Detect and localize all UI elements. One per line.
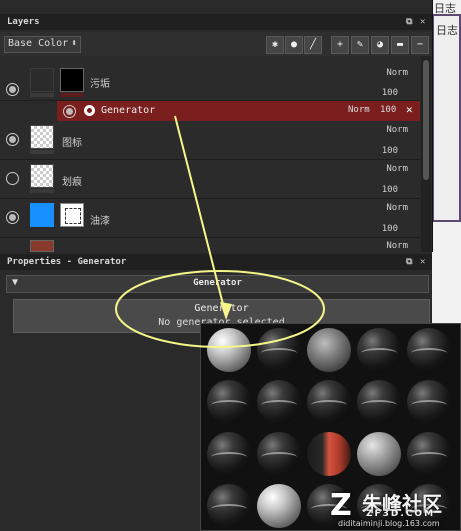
chevron-updown-icon: ⬍ — [70, 38, 77, 49]
circle-mask-icon[interactable]: ● — [285, 36, 303, 54]
thumbnail-underline — [30, 150, 54, 154]
opacity-value[interactable]: 100 — [382, 88, 398, 98]
layer-thumbnail — [30, 164, 54, 188]
brush-icon[interactable]: ╱ — [304, 36, 322, 54]
blend-mode[interactable]: Norm — [386, 125, 408, 135]
layer-thumbnail — [30, 68, 54, 92]
mask-thumbnail — [60, 203, 84, 227]
section-title: Generator — [193, 278, 242, 288]
close-icon[interactable]: ✕ — [420, 257, 425, 267]
scrollbar-thumb[interactable] — [423, 60, 429, 180]
visibility-toggle[interactable] — [6, 172, 19, 185]
blend-mode[interactable]: Norm — [386, 241, 408, 251]
background-window-text-2: 日志 — [436, 24, 458, 37]
blend-mode[interactable]: Norm — [386, 164, 408, 174]
layers-title: Layers — [7, 17, 40, 27]
paint-layer-icon[interactable]: ✎ — [351, 36, 369, 54]
float-icon[interactable]: ⧉ — [406, 257, 412, 267]
layer-thumbnail — [30, 240, 54, 252]
close-icon[interactable]: ✕ — [420, 17, 425, 27]
material-preview-ball[interactable] — [357, 380, 401, 424]
generator-section-header[interactable]: ▼ Generator — [6, 275, 429, 293]
material-preview-ball[interactable] — [407, 432, 451, 476]
layer-thumbnail — [30, 203, 54, 227]
folder-icon[interactable]: ▬ — [391, 36, 409, 54]
blend-mode[interactable]: Norm — [386, 68, 408, 78]
opacity-value[interactable]: 100 — [382, 146, 398, 156]
material-preview-ball[interactable] — [207, 484, 251, 528]
material-preview-ball[interactable] — [307, 432, 351, 476]
mask-thumbnail — [60, 68, 84, 92]
visibility-toggle[interactable] — [6, 133, 19, 146]
watermark-blog: diditaiminji.blog.163.com — [338, 519, 440, 528]
mask-underline — [60, 93, 84, 97]
material-preview-ball[interactable] — [207, 328, 251, 372]
thumbnail-underline — [30, 189, 54, 193]
generator-name: Generator — [101, 105, 156, 116]
add-layer-icon[interactable]: + — [331, 36, 349, 54]
layer-name: 油漆 — [90, 216, 110, 227]
thumbnail-underline — [30, 93, 54, 97]
material-preview-ball[interactable] — [357, 432, 401, 476]
layer-name: 划痕 — [62, 177, 82, 188]
opacity-value[interactable]: 100 — [382, 185, 398, 195]
visibility-toggle[interactable] — [6, 211, 19, 224]
layer-thumbnail — [30, 125, 54, 149]
layer-row[interactable]: 图标 Norm 100 — [0, 121, 420, 160]
layer-row[interactable]: 污垢 Norm 100 — [0, 62, 420, 101]
channel-label: Base Color — [8, 38, 69, 49]
visibility-toggle[interactable] — [6, 83, 19, 96]
generator-row[interactable]: Generator Norm 100 ✕ — [57, 101, 420, 121]
material-preview-ball[interactable] — [307, 380, 351, 424]
material-preview-ball[interactable] — [257, 484, 301, 528]
generator-icon — [84, 105, 95, 116]
material-preview-ball[interactable] — [207, 432, 251, 476]
channel-dropdown[interactable]: Base Color ⬍ — [4, 36, 81, 53]
layer-row[interactable]: Norm — [0, 238, 420, 253]
opacity-value[interactable]: 100 — [382, 224, 398, 234]
watermark-logo-icon: Z — [330, 488, 352, 523]
blend-mode[interactable]: Norm — [386, 203, 408, 213]
watermark-domain: ZF3D.COM — [366, 509, 436, 519]
properties-title-bar: Properties - Generator ⧉ ✕ — [0, 254, 432, 270]
material-preview-ball[interactable] — [257, 432, 301, 476]
background-window-content — [434, 16, 459, 220]
generator-opacity[interactable]: 100 — [380, 105, 396, 115]
material-preview-ball[interactable] — [257, 328, 301, 372]
layers-panel: Layers ⧉ ✕ Base Color ⬍ ✱ ● ╱ + ✎ ◕ ▬ − … — [0, 0, 433, 253]
layer-name: 污垢 — [90, 79, 110, 90]
fill-layer-icon[interactable]: ◕ — [371, 36, 389, 54]
material-preview-ball[interactable] — [257, 380, 301, 424]
properties-title: Properties - Generator — [7, 257, 127, 267]
material-preview-ball[interactable] — [407, 380, 451, 424]
material-preview-ball[interactable] — [407, 328, 451, 372]
material-preview-ball[interactable] — [357, 328, 401, 372]
layer-row[interactable]: 划痕 Norm 100 — [0, 160, 420, 199]
layer-name: 图标 — [62, 138, 82, 149]
material-preview-ball[interactable] — [207, 380, 251, 424]
particle-icon[interactable]: ✱ — [266, 36, 284, 54]
layers-toolbar: Base Color ⬍ ✱ ● ╱ + ✎ ◕ ▬ − — [0, 32, 432, 56]
remove-generator-icon[interactable]: ✕ — [406, 103, 413, 116]
float-icon[interactable]: ⧉ — [406, 17, 412, 27]
layers-scrollbar[interactable] — [421, 56, 431, 252]
delete-layer-icon[interactable]: − — [411, 36, 429, 54]
generator-blend[interactable]: Norm — [348, 105, 370, 115]
material-preview-ball[interactable] — [307, 328, 351, 372]
layer-row[interactable]: 油漆 Norm 100 — [0, 199, 420, 238]
layers-title-bar: Layers ⧉ ✕ — [0, 14, 432, 30]
generator-visibility-toggle[interactable] — [63, 105, 76, 118]
generator-picker-title: Generator — [194, 303, 249, 314]
